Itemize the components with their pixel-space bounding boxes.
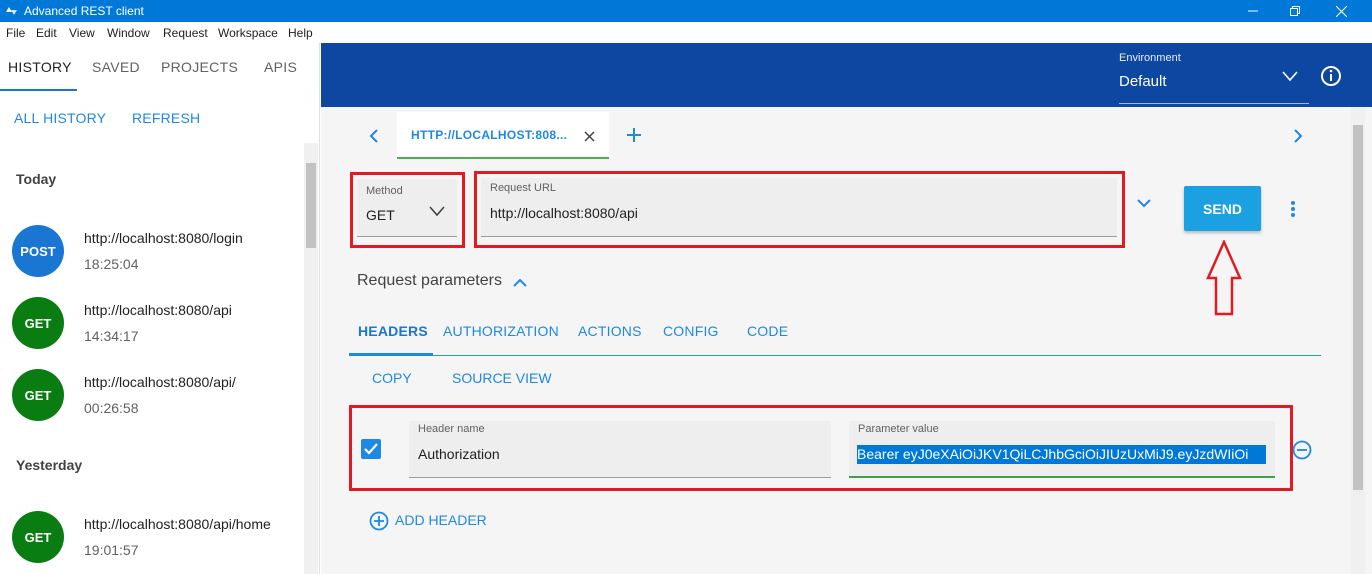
tab-actions[interactable]: ACTIONS xyxy=(578,323,642,339)
close-window-button[interactable] xyxy=(1318,0,1364,22)
chevron-left-icon[interactable] xyxy=(368,128,380,149)
history-url: http://localhost:8080/login xyxy=(84,230,243,246)
send-button[interactable]: SEND xyxy=(1184,186,1261,231)
app-icon xyxy=(4,4,18,18)
params-active-tab-indicator xyxy=(349,353,433,356)
sidebar-scrollbar-thumb[interactable] xyxy=(306,163,316,248)
method-label: Method xyxy=(366,185,403,197)
environment-underline xyxy=(1119,103,1309,104)
menu-edit[interactable]: Edit xyxy=(36,26,57,40)
header-name-underline xyxy=(409,477,831,478)
tab-headers[interactable]: HEADERS xyxy=(358,323,428,339)
tab-authorization[interactable]: AUTHORIZATION xyxy=(443,323,559,339)
method-value[interactable]: GET xyxy=(366,207,395,223)
menu-help[interactable]: Help xyxy=(288,26,313,40)
url-underline xyxy=(481,236,1117,237)
group-yesterday: Yesterday xyxy=(16,457,83,473)
url-input[interactable]: http://localhost:8080/api xyxy=(490,205,638,221)
minimize-button[interactable] xyxy=(1230,0,1276,22)
add-circle-icon[interactable] xyxy=(369,511,389,536)
tab-projects[interactable]: PROJECTS xyxy=(161,59,238,75)
copy-button[interactable]: COPY xyxy=(372,370,412,386)
menu-request[interactable]: Request xyxy=(163,26,208,40)
annotation-arrow-icon xyxy=(1206,238,1242,321)
history-time: 00:26:58 xyxy=(84,400,139,416)
url-label: Request URL xyxy=(490,182,557,194)
header-name-label: Header name xyxy=(418,423,485,435)
chevron-right-icon[interactable] xyxy=(1292,128,1304,149)
method-badge-get: GET xyxy=(12,297,64,349)
info-icon[interactable] xyxy=(1320,65,1342,92)
method-badge-get: GET xyxy=(12,369,64,421)
history-time: 18:25:04 xyxy=(84,256,139,272)
active-tab-indicator xyxy=(0,89,77,91)
parameter-value-underline xyxy=(849,476,1275,478)
parameter-value-input[interactable]: Bearer eyJ0eXAiOiJKV1QiLCJhbGciOiJIUzUxM… xyxy=(857,446,1248,462)
menu-view[interactable]: View xyxy=(69,26,95,40)
title-bar: Advanced REST client xyxy=(0,0,1372,22)
add-header-button[interactable]: ADD HEADER xyxy=(395,512,487,528)
history-time: 14:34:17 xyxy=(84,328,139,344)
source-view-button[interactable]: SOURCE VIEW xyxy=(452,370,552,386)
chevron-up-icon[interactable] xyxy=(513,275,527,293)
history-url: http://localhost:8080/api xyxy=(84,302,232,318)
refresh-link[interactable]: REFRESH xyxy=(132,110,200,126)
chevron-down-icon[interactable] xyxy=(1282,69,1298,87)
menu-window[interactable]: Window xyxy=(107,26,150,40)
parameter-value-label: Parameter value xyxy=(858,423,939,435)
method-badge-get: GET xyxy=(12,511,64,563)
add-tab-icon[interactable] xyxy=(626,127,642,148)
request-parameters-label: Request parameters xyxy=(357,272,502,289)
history-item[interactable]: GET http://localhost:8080/api/home 19:01… xyxy=(0,499,300,569)
history-url: http://localhost:8080/api/ xyxy=(84,374,236,390)
header-name-input[interactable]: Authorization xyxy=(418,446,500,462)
close-tab-icon[interactable] xyxy=(584,129,595,147)
more-options-icon[interactable] xyxy=(1290,200,1296,223)
menu-workspace[interactable]: Workspace xyxy=(218,26,278,40)
tab-apis[interactable]: APIS xyxy=(264,59,297,75)
tab-saved[interactable]: SAVED xyxy=(92,59,140,75)
all-history-link[interactable]: ALL HISTORY xyxy=(14,110,106,126)
history-item[interactable]: GET http://localhost:8080/api 14:34:17 xyxy=(0,285,300,355)
request-tab-label: HTTP://LOCALHOST:808... xyxy=(411,128,568,142)
tab-history[interactable]: HISTORY xyxy=(8,59,72,75)
params-tab-divider xyxy=(349,355,1321,356)
history-item[interactable]: POST http://localhost:8080/login 18:25:0… xyxy=(0,213,300,283)
parameter-value-selection[interactable]: Bearer eyJ0eXAiOiJKV1QiLCJhbGciOiJIUzUxM… xyxy=(857,445,1266,464)
window-title: Advanced REST client xyxy=(24,4,144,18)
tab-code[interactable]: CODE xyxy=(747,323,788,339)
history-url: http://localhost:8080/api/home xyxy=(84,516,271,532)
history-item[interactable]: GET http://localhost:8080/api/ 00:26:58 xyxy=(0,357,300,427)
sidebar: HISTORY SAVED PROJECTS APIS ALL HISTORY … xyxy=(0,43,320,574)
content-scrollbar-thumb[interactable] xyxy=(1353,125,1363,490)
app-header: Environment Default xyxy=(321,43,1372,107)
header-enabled-checkbox[interactable] xyxy=(361,439,381,459)
environment-select[interactable]: Default xyxy=(1119,73,1167,90)
menu-file[interactable]: File xyxy=(6,26,25,40)
method-underline xyxy=(357,236,457,237)
url-expand-chevron-icon[interactable] xyxy=(1137,195,1151,213)
method-badge-post: POST xyxy=(12,225,64,277)
history-time: 19:01:57 xyxy=(84,542,139,558)
menu-bar: File Edit View Window Request Workspace … xyxy=(0,22,1372,43)
group-today: Today xyxy=(16,171,57,187)
tab-config[interactable]: CONFIG xyxy=(663,323,719,339)
remove-header-icon[interactable] xyxy=(1292,440,1312,465)
environment-label: Environment xyxy=(1119,52,1181,64)
chevron-down-icon[interactable] xyxy=(429,204,445,222)
restore-button[interactable] xyxy=(1272,0,1318,22)
